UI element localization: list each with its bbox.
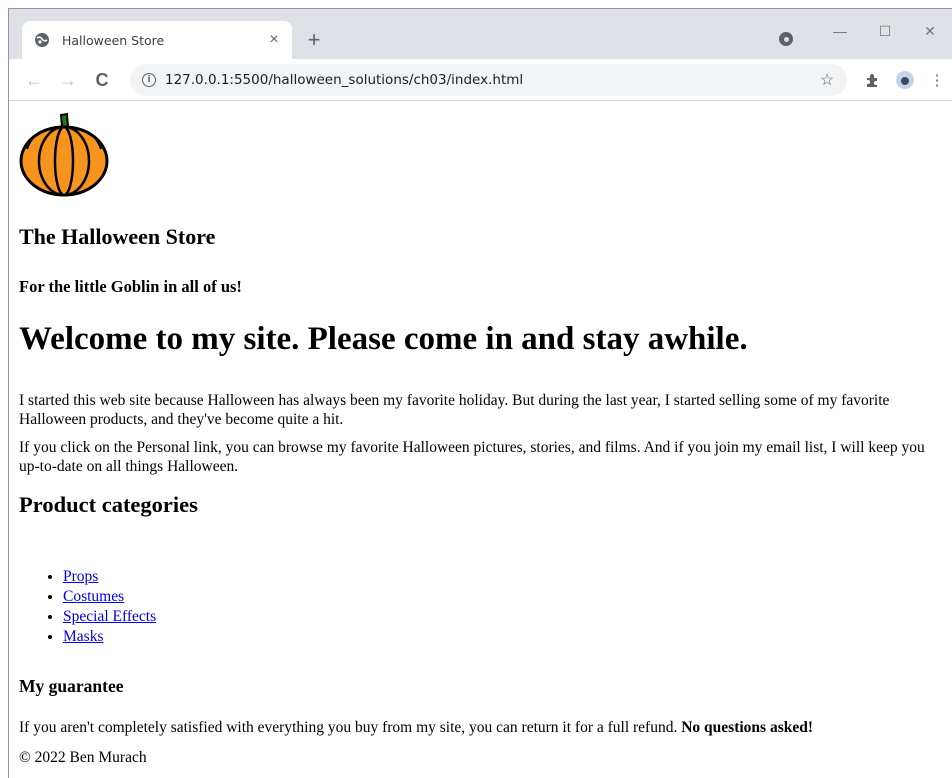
page-content: The Halloween Store For the little Gobli… — [9, 101, 952, 778]
tab-title: Halloween Store — [62, 32, 165, 48]
category-list: Props Costumes Special Effects Masks — [19, 567, 156, 647]
list-item: Special Effects — [63, 607, 156, 627]
category-link-special-effects[interactable]: Special Effects — [63, 608, 156, 625]
list-item: Costumes — [63, 587, 156, 607]
guarantee-paragraph: If you aren't completely satisfied with … — [19, 719, 813, 737]
store-title: The Halloween Store — [19, 224, 216, 249]
new-tab-button[interactable]: + — [303, 29, 325, 51]
welcome-heading: Welcome to my site. Please come in and s… — [19, 321, 748, 357]
browser-window: Halloween Store × + — ☐ ✕ ← → C i 127.0.… — [8, 8, 952, 778]
personal-paragraph: If you click on the Personal link, you c… — [19, 439, 925, 475]
intro-paragraph: I started this web site because Hallowee… — [19, 392, 890, 428]
url-text[interactable]: 127.0.0.1:5500/halloween_solutions/ch03/… — [165, 72, 815, 88]
guarantee-heading: My guarantee — [19, 676, 124, 696]
category-link-masks[interactable]: Masks — [63, 628, 103, 645]
forward-button[interactable]: → — [56, 68, 80, 92]
reload-button[interactable]: C — [90, 68, 114, 92]
back-button[interactable]: ← — [22, 68, 46, 92]
tab-strip: Halloween Store × + — ☐ ✕ — [9, 9, 952, 59]
globe-icon — [34, 32, 50, 48]
incognito-profile-icon[interactable] — [779, 32, 793, 46]
browser-toolbar: ← → C i 127.0.0.1:5500/halloween_solutio… — [9, 59, 952, 101]
address-bar[interactable]: i 127.0.0.1:5500/halloween_solutions/ch0… — [130, 64, 847, 96]
menu-icon[interactable]: ⋮ — [925, 68, 949, 92]
minimize-button[interactable]: — — [817, 17, 863, 45]
category-link-props[interactable]: Props — [63, 568, 98, 585]
profile-icon[interactable] — [893, 68, 917, 92]
tagline: For the little Goblin in all of us! — [19, 277, 242, 296]
puzzle-icon[interactable] — [861, 68, 885, 92]
copyright-footer: © 2022 Ben Murach — [19, 749, 147, 766]
tab-close-icon[interactable]: × — [264, 30, 284, 50]
list-item: Masks — [63, 627, 156, 647]
guarantee-bold: No questions asked! — [681, 719, 814, 736]
product-categories-heading: Product categories — [19, 492, 198, 517]
category-link-costumes[interactable]: Costumes — [63, 588, 124, 605]
list-item: Props — [63, 567, 156, 587]
guarantee-text: If you aren't completely satisfied with … — [19, 719, 682, 736]
star-icon[interactable]: ☆ — [815, 70, 839, 90]
info-icon[interactable]: i — [142, 73, 156, 87]
close-window-button[interactable]: ✕ — [907, 17, 952, 45]
pumpkin-icon — [19, 112, 109, 197]
tab-halloween-store[interactable]: Halloween Store × — [22, 21, 292, 59]
maximize-button[interactable]: ☐ — [862, 17, 908, 45]
